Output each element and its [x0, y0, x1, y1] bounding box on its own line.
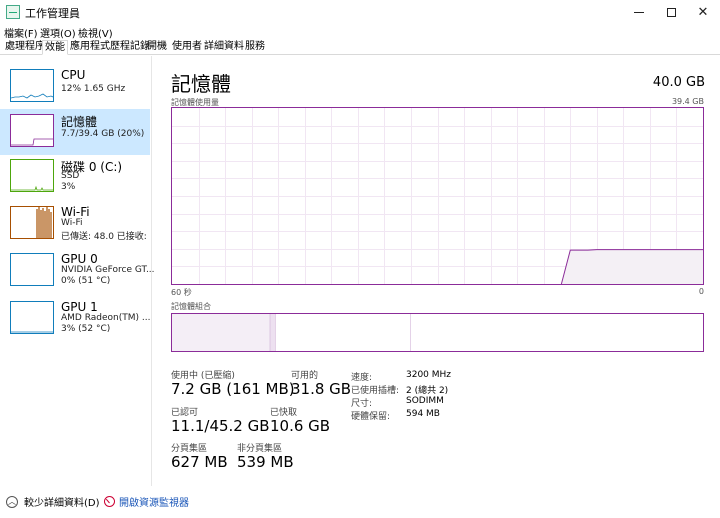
cpu-thumbnail-graph: [11, 93, 53, 99]
maximize-icon: [666, 7, 676, 17]
tab-startup[interactable]: 開機: [145, 40, 169, 55]
sidebar-title-cpu: CPU: [61, 68, 86, 82]
sidebar-sub-gpu0-name: NVIDIA GeForce GT...: [61, 265, 155, 275]
gpu1-thumbnail-graph: [11, 331, 53, 333]
gpu1-thumbnail: [10, 301, 54, 334]
composition-in-use: [172, 314, 271, 351]
sidebar-title-gpu1: GPU 1: [61, 300, 98, 314]
memory-usage-area: [561, 249, 703, 284]
composition-modified: [270, 314, 276, 351]
memory-chart-max: 39.4 GB: [671, 97, 704, 106]
memory-total: 40.0 GB: [652, 75, 705, 90]
fewer-details-button[interactable]: ︿ 較少詳細資料(D): [6, 494, 100, 509]
fewer-details-label: 較少詳細資料(D): [24, 498, 100, 509]
sidebar-item-disk[interactable]: 磁碟 0 (C:) SSD 3%: [0, 154, 150, 200]
gpu0-thumbnail: [10, 253, 54, 286]
reserved-label: 硬體保留:: [351, 412, 391, 422]
memory-composition-bar: [171, 313, 704, 352]
close-icon: ✕: [697, 4, 709, 20]
sidebar-sub-wifi-name: Wi-Fi: [61, 218, 83, 228]
sidebar-sub-gpu0-usage: 0% (51 °C): [61, 276, 111, 286]
sidebar-sub-cpu: 12% 1.65 GHz: [61, 84, 126, 94]
tab-bar: 處理程序 效能 應用程式歷程記錄 開機 使用者 詳細資料 服務: [0, 40, 720, 55]
speed-label: 速度:: [351, 373, 373, 383]
sidebar-item-wifi[interactable]: Wi-Fi Wi-Fi 已傳送: 48.0 已接收: 79: [0, 201, 150, 247]
sidebar-sub-disk-type: SSD: [61, 171, 80, 181]
reserved-value: 594 MB: [406, 409, 440, 419]
memory-thumbnail: [10, 114, 54, 147]
committed-value: 11.1/45.2 GB: [171, 417, 270, 435]
bottom-bar: ︿ 較少詳細資料(D) 開啟資源監視器: [0, 486, 720, 518]
available-value: 31.8 GB: [291, 380, 352, 398]
minimize-icon: [634, 11, 644, 13]
chart-time-right: 0: [698, 287, 704, 296]
menu-options[interactable]: 選項(O): [40, 25, 76, 40]
composition-standby: [275, 314, 411, 351]
form-factor-label: 尺寸:: [351, 399, 373, 409]
memory-composition-label: 記憶體組合: [171, 302, 211, 311]
menu-view[interactable]: 檢視(V): [78, 25, 113, 40]
disk-thumbnail: [10, 159, 54, 192]
memory-thumbnail-graph: [11, 138, 53, 146]
cpu-thumbnail: [10, 69, 54, 102]
resource-monitor-label: 開啟資源監視器: [119, 498, 189, 509]
chart-time-left: 60 秒: [171, 288, 192, 297]
sidebar-title-gpu0: GPU 0: [61, 252, 98, 266]
memory-usage-chart: [171, 107, 704, 285]
tab-services[interactable]: 服務: [243, 40, 267, 55]
sidebar-item-memory[interactable]: 記憶體 7.7/39.4 GB (20%): [0, 109, 150, 155]
chevron-up-icon: ︿: [6, 495, 18, 508]
tab-processes[interactable]: 處理程序: [3, 40, 47, 55]
open-resource-monitor-link[interactable]: 開啟資源監視器: [104, 494, 189, 509]
performance-sidebar: CPU 12% 1.65 GHz 記憶體 7.7/39.4 GB (20%) 磁…: [0, 56, 155, 486]
form-factor-value: SODIMM: [406, 396, 444, 406]
memory-composition-graph: [172, 314, 703, 351]
sidebar-sub-memory: 7.7/39.4 GB (20%): [61, 129, 145, 139]
tab-details[interactable]: 詳細資料: [202, 40, 246, 55]
sidebar-sub-gpu1-usage: 3% (52 °C): [61, 324, 111, 334]
tab-app-history[interactable]: 應用程式歷程記錄: [68, 40, 152, 55]
sidebar-sub-gpu1-name: AMD Radeon(TM) ...: [61, 313, 151, 323]
sidebar-item-gpu0[interactable]: GPU 0 NVIDIA GeForce GT... 0% (51 °C): [0, 248, 155, 294]
paged-pool-value: 627 MB: [171, 453, 228, 471]
menu-file[interactable]: 檔案(F): [4, 25, 38, 40]
page-title: 記憶體: [171, 72, 231, 96]
wifi-thumbnail: [10, 206, 54, 239]
sidebar-item-gpu1[interactable]: GPU 1 AMD Radeon(TM) ... 3% (52 °C): [0, 296, 150, 342]
close-button[interactable]: ✕: [680, 0, 720, 24]
sidebar-sub-wifi-traffic: 已傳送: 48.0 已接收: 79: [61, 232, 150, 242]
slots-label: 已使用插槽:: [351, 386, 400, 396]
memory-usage-graph: [172, 108, 703, 285]
tab-performance[interactable]: 效能: [42, 40, 68, 55]
sidebar-title-memory: 記憶體: [61, 115, 98, 129]
menu-bar: 檔案(F) 選項(O) 檢視(V): [0, 24, 720, 40]
slots-value: 2 (總共 2): [406, 386, 449, 396]
cached-value: 10.6 GB: [270, 417, 331, 435]
sidebar-item-cpu[interactable]: CPU 12% 1.65 GHz: [0, 64, 150, 110]
nonpaged-pool-value: 539 MB: [237, 453, 294, 471]
sidebar-sub-disk-usage: 3%: [61, 182, 76, 192]
title-bar: 工作管理員 ✕: [0, 0, 720, 24]
in-use-value: 7.2 GB (161 MB): [171, 380, 295, 398]
tab-users[interactable]: 使用者: [170, 40, 204, 55]
task-manager-icon: [6, 5, 20, 19]
speed-value: 3200 MHz: [406, 370, 452, 380]
composition-free: [410, 314, 703, 351]
disk-thumbnail-graph: [11, 185, 53, 191]
resource-monitor-icon: [104, 496, 115, 507]
wifi-thumbnail-graph: [36, 207, 52, 238]
window-title: 工作管理員: [25, 7, 80, 20]
sidebar-title-wifi: Wi-Fi: [61, 205, 90, 219]
